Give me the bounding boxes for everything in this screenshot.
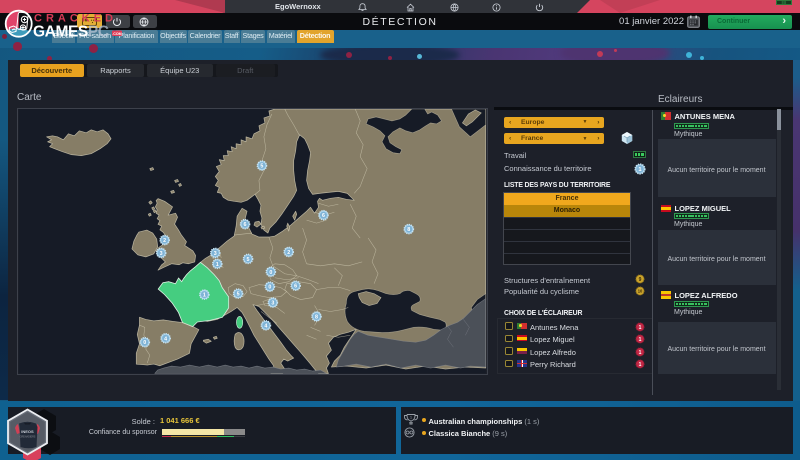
svg-text:5: 5 xyxy=(260,164,263,170)
svg-text:1: 1 xyxy=(639,337,642,343)
svg-text:6: 6 xyxy=(244,222,247,228)
svg-text:2: 2 xyxy=(163,238,166,244)
svg-text:4: 4 xyxy=(264,323,267,329)
svg-text:9: 9 xyxy=(638,277,641,283)
svg-text:3: 3 xyxy=(271,301,274,307)
svg-text:1: 1 xyxy=(216,262,219,268)
svg-text:10: 10 xyxy=(637,288,642,293)
svg-text:INEOS: INEOS xyxy=(21,429,34,434)
svg-text:1: 1 xyxy=(639,324,642,330)
svg-text:1: 1 xyxy=(203,293,206,299)
svg-text:0: 0 xyxy=(268,285,271,291)
svg-text:5: 5 xyxy=(237,292,240,298)
svg-text:1: 1 xyxy=(410,415,413,420)
svg-text:.COM: .COM xyxy=(112,32,121,36)
svg-text:1: 1 xyxy=(639,349,642,355)
svg-text:8: 8 xyxy=(407,227,410,233)
svg-text:3: 3 xyxy=(160,251,163,257)
svg-text:4: 4 xyxy=(164,336,167,342)
svg-text:8: 8 xyxy=(315,314,318,320)
svg-text:1: 1 xyxy=(639,362,642,368)
svg-text:2: 2 xyxy=(287,250,290,256)
svg-text:6: 6 xyxy=(322,213,325,219)
svg-text:GRENADIERS: GRENADIERS xyxy=(20,436,36,439)
svg-text:6: 6 xyxy=(294,284,297,290)
svg-text:5: 5 xyxy=(247,257,250,263)
svg-text:3: 3 xyxy=(214,251,217,257)
svg-text:0: 0 xyxy=(269,270,272,276)
svg-text:0: 0 xyxy=(143,340,146,346)
svg-text:GAMESPC: GAMESPC xyxy=(33,24,109,41)
